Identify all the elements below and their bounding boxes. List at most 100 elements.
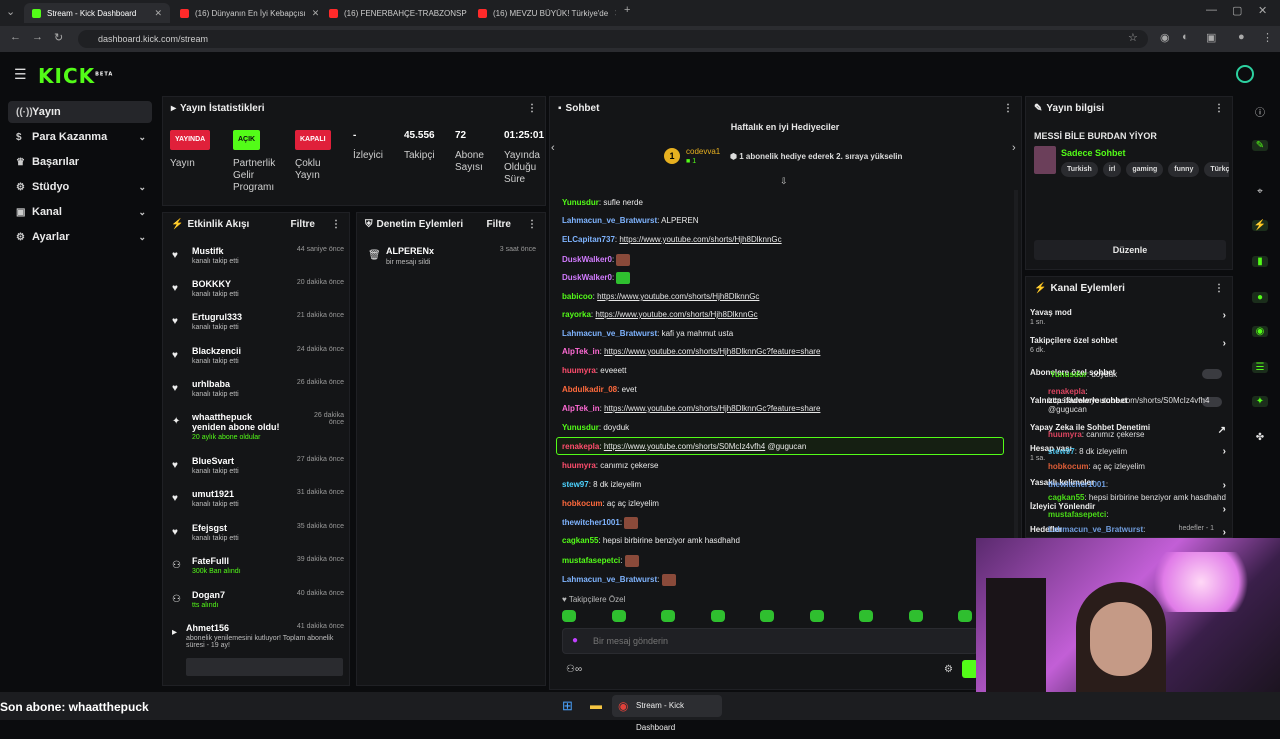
browser-tab-4[interactable]: (16) MEVZU BÜYÜK! Türkiye'de✕ [470, 3, 616, 23]
activity-item[interactable]: ♥Blackzenciikanalı takip etti24 dakika ö… [172, 346, 344, 365]
chat-message[interactable]: DuskWalker0: [562, 272, 630, 284]
chat-username[interactable]: DuskWalker0 [562, 273, 612, 282]
extension-icon[interactable]: ◉ [1160, 31, 1170, 44]
chat-username[interactable]: Abdulkadir_08 [562, 385, 617, 394]
activity-item[interactable]: ♥BOKKKYkanalı takip etti20 dakika önce [172, 279, 344, 298]
document-icon[interactable]: ▮ [1252, 256, 1268, 267]
sidebar-item-ayarlar[interactable]: ⚙Ayarlar⌄ [8, 226, 152, 248]
edit-stream-button[interactable]: Düzenle [1034, 240, 1226, 260]
chat-username[interactable]: DuskWalker0 [562, 255, 612, 264]
chat-username[interactable]: huumyra [562, 366, 596, 375]
taskbar-chrome-window[interactable]: Stream - Kick Dashboard [612, 695, 722, 717]
more-icon[interactable]: ⋮ [527, 103, 537, 114]
sidebar-item-studyo[interactable]: ⚙Stüdyo⌄ [8, 176, 152, 198]
url-field[interactable]: dashboard.kick.com/stream [78, 30, 1148, 48]
activity-filter-button[interactable]: Filtre [291, 219, 315, 230]
toggle-switch[interactable] [1202, 369, 1222, 379]
chat-message[interactable]: huumyra: eveeett [562, 366, 627, 375]
file-explorer-icon[interactable]: ▬ [590, 698, 602, 712]
chat-message[interactable]: mustafasepetci: [562, 555, 639, 567]
more-icon[interactable]: ⋮ [527, 219, 537, 230]
chat-username[interactable]: Yunusdur [562, 423, 599, 432]
more-icon[interactable]: ⋮ [1214, 283, 1224, 294]
chat-tools-icon[interactable]: ⚇∞ [566, 664, 582, 675]
chat-username[interactable]: thewitcher1001 [562, 518, 620, 527]
reload-icon[interactable]: ↻ [54, 31, 63, 44]
chat-message[interactable]: ELCapitan737: https://www.youtube.com/sh… [562, 235, 782, 244]
emote-button[interactable] [909, 610, 923, 622]
browser-tab-3[interactable]: (16) FENERBAHÇE-TRABZONSP✕ [321, 3, 467, 23]
close-icon[interactable]: ✕ [608, 8, 616, 19]
emote-button[interactable] [859, 610, 873, 622]
channel-action-row[interactable]: Takipçilere özel sohbet6 dk.› [1030, 336, 1226, 354]
windows-start-icon[interactable]: ⊞ [562, 698, 573, 714]
minimize-icon[interactable]: — [1206, 4, 1217, 16]
chat-message-input[interactable] [562, 628, 978, 654]
activity-item[interactable]: ⚇Dogan7tts alındı40 dakika önce [172, 590, 344, 609]
chat-username[interactable]: renakepla [562, 442, 599, 451]
forward-icon[interactable]: → [32, 31, 43, 43]
chat-username[interactable]: Lahmacun_ve_Bratwurst [562, 216, 657, 225]
chat-bubble-icon[interactable]: ● [1252, 292, 1268, 303]
chat-username[interactable]: Lahmacun_ve_Bratwurst [562, 329, 657, 338]
bookmark-star-icon[interactable]: ☆ [1128, 31, 1138, 44]
chevron-right-icon[interactable]: › [1223, 527, 1226, 538]
chat-username[interactable]: AlpTek_in [562, 347, 600, 356]
moderation-item-name[interactable]: ALPERENx [386, 246, 434, 256]
emote-button[interactable] [760, 610, 774, 622]
user-avatar[interactable] [1236, 65, 1254, 83]
top-gifter-name[interactable]: codevva1 [686, 147, 720, 156]
chevron-right-icon[interactable]: › [1223, 446, 1226, 457]
chat-link[interactable]: https://www.youtube.com/shorts/Hjh8Dlknn… [604, 347, 820, 356]
activity-item[interactable]: ⚇FateFulll300k Ban alındı39 dakika önce [172, 556, 344, 575]
channel-action-row[interactable]: Yavaş mod1 sn.› [1030, 308, 1226, 326]
activity-item[interactable]: ♥Ertugrul333kanalı takip etti21 dakika ö… [172, 312, 344, 331]
more-icon[interactable]: ⋮ [1214, 103, 1224, 114]
chat-message[interactable]: Lahmacun_ve_Bratwurst: [562, 574, 676, 586]
extension-icon[interactable]: ◐ [1182, 31, 1189, 43]
activity-item[interactable]: ✦whaatthepuck yeniden abone oldu!20 aylı… [172, 412, 344, 441]
chat-link[interactable]: https://www.youtube.com/shorts/S0McIz4vf… [604, 442, 765, 451]
chevron-right-icon[interactable]: › [1223, 338, 1226, 349]
activity-item[interactable]: ♥BlueSvartkanalı takip etti27 dakika önc… [172, 456, 344, 475]
emote-button[interactable] [612, 610, 626, 622]
chat-scrollbar[interactable] [1014, 190, 1018, 590]
maximize-icon[interactable]: ▢ [1232, 4, 1242, 17]
chat-link[interactable]: https://www.youtube.com/shorts/Hjh8Dlknn… [597, 292, 759, 301]
activity-item[interactable]: ♥Efejsgstkanalı takip etti35 dakika önce [172, 523, 344, 542]
sidebar-item-kanal[interactable]: ▣Kanal⌄ [8, 201, 152, 223]
chat-message[interactable]: babicoo: https://www.youtube.com/shorts/… [562, 292, 759, 301]
target-icon[interactable]: ⌖ [1252, 186, 1268, 197]
chat-username[interactable]: cagkan55 [562, 536, 598, 545]
chat-username[interactable]: Lahmacun_ve_Bratwurst [562, 575, 657, 584]
emote-button[interactable] [711, 610, 725, 622]
chat-message[interactable]: stew97: 8 dk izleyelim [562, 480, 641, 489]
chat-message[interactable]: AlpTek_in: https://www.youtube.com/short… [562, 347, 820, 356]
chat-message[interactable]: DuskWalker0: [562, 254, 630, 266]
chat-message[interactable]: cagkan55: hepsi birbirine benziyor amk h… [562, 536, 740, 545]
external-link-icon[interactable]: ↗ [1218, 425, 1226, 436]
emote-button[interactable] [810, 610, 824, 622]
extensions-puzzle-icon[interactable]: ▣ [1206, 31, 1216, 44]
collapse-icon[interactable]: ⇩ [780, 176, 788, 187]
window-close-icon[interactable]: ✕ [1258, 4, 1267, 17]
chat-message[interactable]: rayorka: https://www.youtube.com/shorts/… [562, 310, 758, 319]
chat-username[interactable]: Yunusdur [562, 198, 599, 207]
activity-item[interactable]: ♥urhlbabakanalı takip etti26 dakika önce [172, 379, 344, 398]
more-icon[interactable]: ⋮ [331, 219, 341, 230]
chat-username[interactable]: ELCapitan737 [562, 235, 615, 244]
chat-message[interactable]: Lahmacun_ve_Bratwurst: ALPEREN [562, 216, 699, 225]
edit-icon[interactable]: ✎ [1252, 140, 1268, 151]
chat-username[interactable]: huumyra [562, 461, 596, 470]
chat-message[interactable]: Lahmacun_ve_Bratwurst: kafi ya mahmut us… [562, 329, 733, 338]
kick-logo[interactable]: KICKBETA [38, 64, 113, 88]
browser-tab-2[interactable]: (16) Dünyanın En İyi Kebapçısı✕ [172, 3, 318, 23]
close-icon[interactable]: ✕ [306, 8, 318, 19]
broadcast-icon[interactable]: ◉ [1252, 326, 1268, 337]
chat-username[interactable]: stew97 [562, 480, 589, 489]
chat-message[interactable]: Yunusdur: sufle nerde [562, 198, 643, 207]
browser-menu-icon[interactable]: ⋮ [1262, 31, 1273, 44]
more-icon[interactable]: ⋮ [1003, 103, 1013, 114]
tab-search-icon[interactable]: ⌄ [6, 5, 15, 18]
chat-username[interactable]: babicoo [562, 292, 593, 301]
